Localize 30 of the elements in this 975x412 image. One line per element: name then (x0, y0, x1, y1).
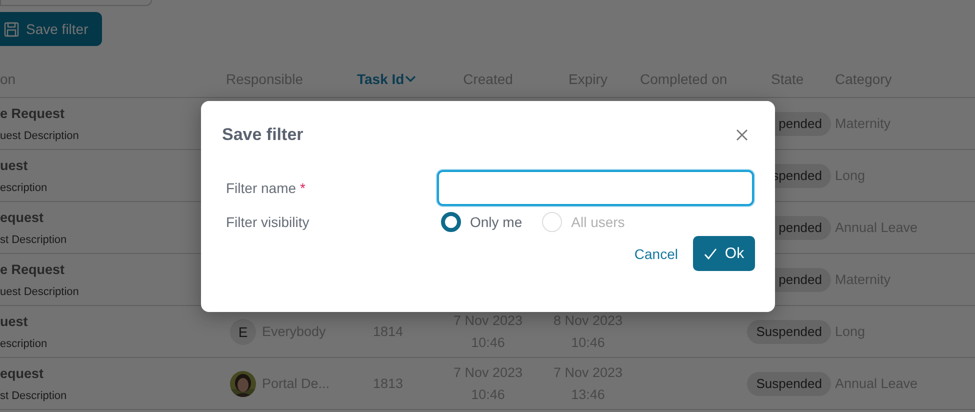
required-mark: * (300, 180, 306, 196)
state-badge: Suspended (747, 320, 831, 344)
task-title: equest (0, 210, 45, 224)
task-description: escription (0, 338, 48, 350)
task-title: uest (0, 158, 29, 172)
dialog-title: Save filter (222, 125, 304, 145)
task-title: e Request (0, 106, 66, 120)
ok-button[interactable]: Ok (693, 236, 755, 271)
task-description: escription (0, 182, 48, 194)
task-title: e Request (0, 262, 66, 276)
task-description: uest Description (0, 130, 80, 142)
save-filter-button[interactable]: Save filter (0, 12, 102, 46)
field-label: Filter visibility (226, 214, 310, 230)
task-description: st Description (0, 234, 68, 246)
state-badge: Suspended (747, 372, 831, 396)
task-title: equest (0, 366, 45, 380)
column-header[interactable]: Task Id (357, 70, 416, 86)
chevron-down-icon (405, 74, 416, 82)
task-description: uest Description (0, 286, 80, 298)
filter-name-field[interactable] (437, 170, 754, 206)
avatar: E (230, 318, 256, 344)
close-button[interactable] (734, 127, 750, 143)
cancel-button[interactable]: Cancel (634, 246, 678, 262)
save-icon (4, 22, 19, 36)
task-description: st Description (0, 390, 68, 402)
close-icon (736, 129, 748, 141)
visibility-radio[interactable]: Only me (441, 212, 522, 232)
field-label: Filter name (226, 180, 296, 196)
check-icon (704, 248, 717, 260)
task-title: uest (0, 314, 29, 328)
